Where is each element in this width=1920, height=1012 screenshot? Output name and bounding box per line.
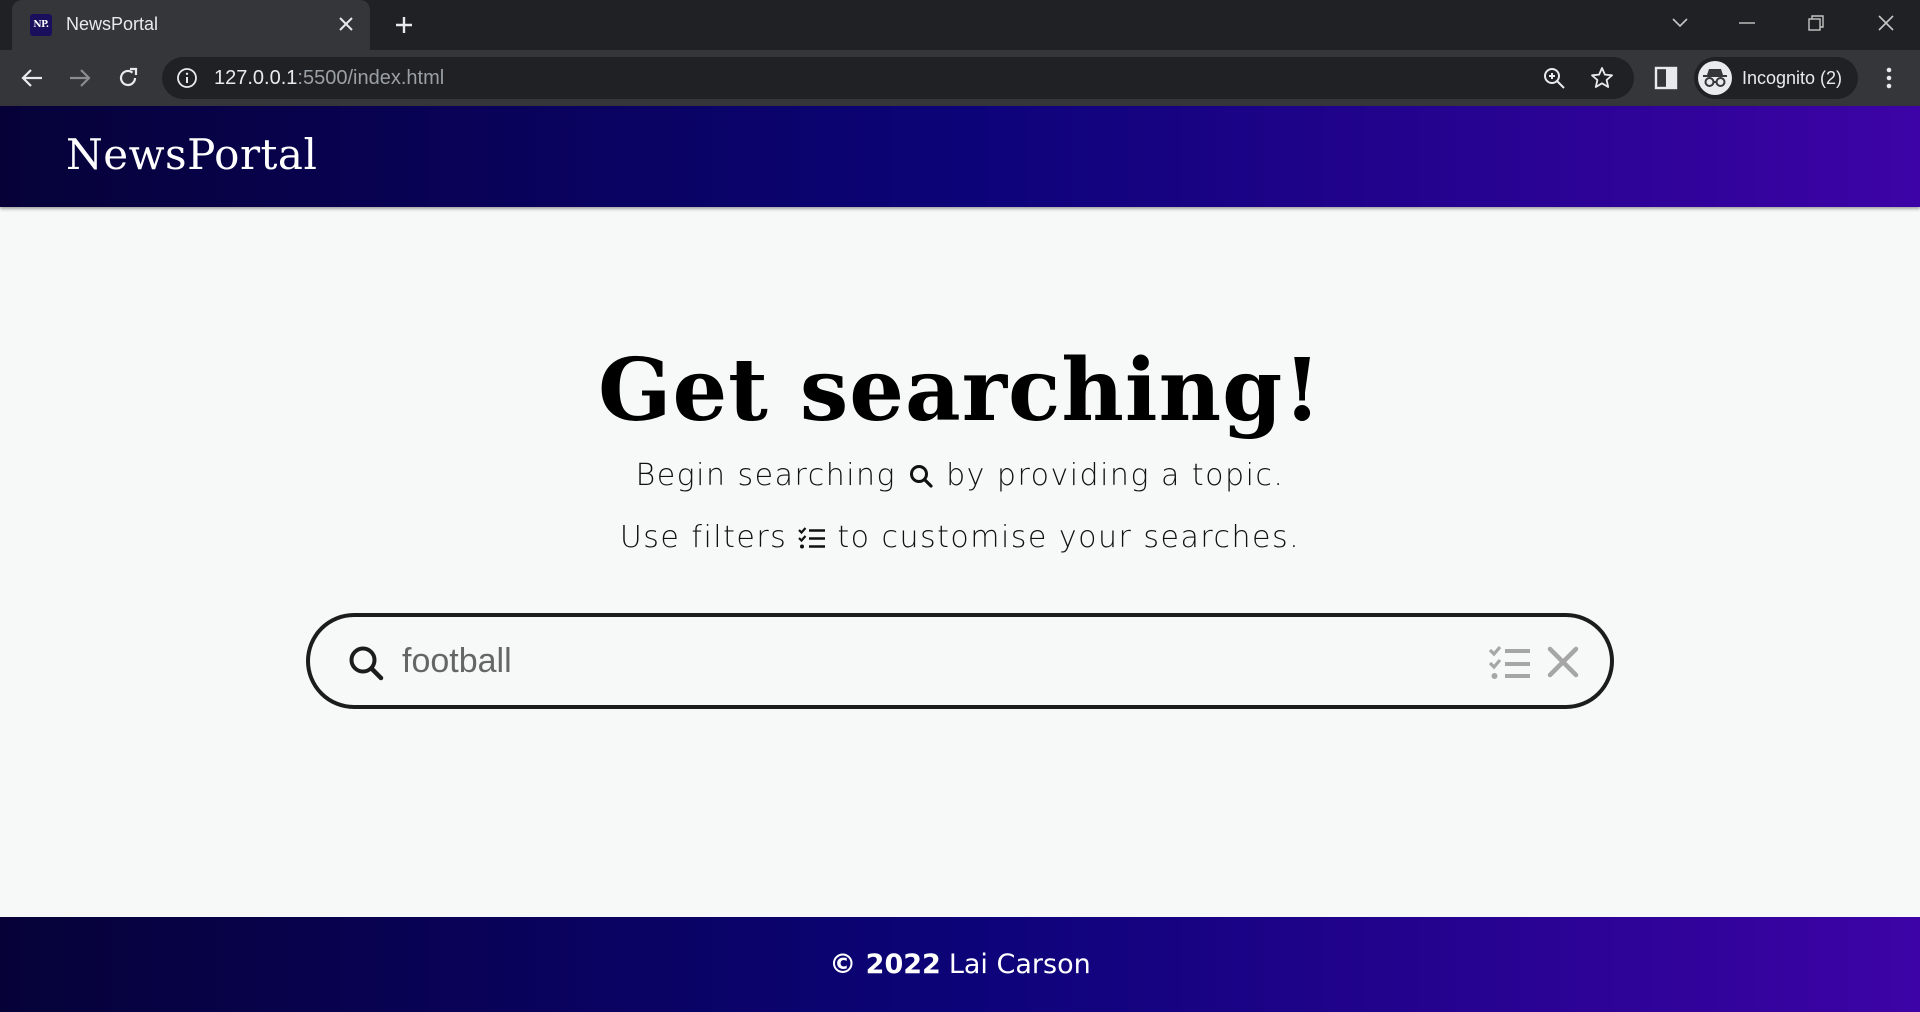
filter-list-icon xyxy=(797,523,827,553)
back-icon[interactable] xyxy=(16,62,48,94)
tab-title: NewsPortal xyxy=(66,14,159,34)
hero-instruction-search: Begin searching by providing a topic. xyxy=(0,458,1920,493)
address-url[interactable]: 127.0.0.1:5500/index.html xyxy=(214,67,444,90)
browser-menu-icon[interactable] xyxy=(1874,63,1904,93)
hero-line1-before: Begin searching xyxy=(635,458,897,493)
restore-icon[interactable] xyxy=(1796,8,1836,38)
bookmark-star-icon[interactable] xyxy=(1590,66,1614,90)
search-bar xyxy=(306,613,1614,709)
address-bar[interactable]: 127.0.0.1:5500/index.html xyxy=(162,57,1634,99)
close-window-icon[interactable] xyxy=(1866,8,1906,38)
side-panel-icon[interactable] xyxy=(1652,64,1680,92)
profile-button[interactable]: Incognito (2) xyxy=(1694,57,1858,99)
hero-line2-before: Use filters xyxy=(619,520,788,555)
hero-line2-after: to customise your searches. xyxy=(837,520,1301,555)
site-logo[interactable]: NewsPortal xyxy=(66,130,317,179)
profile-label: Incognito (2) xyxy=(1742,68,1843,88)
tab-close-icon[interactable] xyxy=(334,12,358,36)
incognito-icon xyxy=(1698,61,1732,95)
favicon-icon: NP. xyxy=(30,14,52,36)
filter-list-icon[interactable] xyxy=(1488,643,1532,683)
site-footer: © 2022 Lai Carson xyxy=(0,917,1920,1012)
search-input[interactable] xyxy=(402,633,1422,689)
zoom-icon[interactable] xyxy=(1542,66,1566,90)
forward-icon[interactable] xyxy=(64,62,96,94)
hero-title: Get searching! xyxy=(598,340,1322,441)
url-path: :5500/index.html xyxy=(297,67,445,89)
copyright-year: © 2022 xyxy=(829,949,941,980)
hero-instruction-filter: Use filters to customise your searches. xyxy=(0,520,1920,555)
reload-icon[interactable] xyxy=(112,62,144,94)
minimize-icon[interactable] xyxy=(1727,8,1767,38)
search-icon xyxy=(906,461,936,491)
clear-icon[interactable] xyxy=(1546,645,1580,679)
site-info-icon[interactable] xyxy=(176,67,198,89)
search-icon[interactable] xyxy=(346,643,386,683)
browser-tab-bar: NP. NewsPortal xyxy=(0,0,1920,50)
hero-line1-after: by providing a topic. xyxy=(946,458,1285,493)
tab-search-chevron-icon[interactable] xyxy=(1660,8,1700,38)
copyright-author: Lai Carson xyxy=(948,949,1091,980)
new-tab-icon[interactable] xyxy=(390,11,418,39)
site-header: NewsPortal xyxy=(0,106,1920,207)
browser-tab[interactable]: NP. NewsPortal xyxy=(12,0,370,50)
browser-toolbar: 127.0.0.1:5500/index.html Incognito (2) xyxy=(0,50,1920,106)
url-host: 127.0.0.1 xyxy=(214,67,298,89)
